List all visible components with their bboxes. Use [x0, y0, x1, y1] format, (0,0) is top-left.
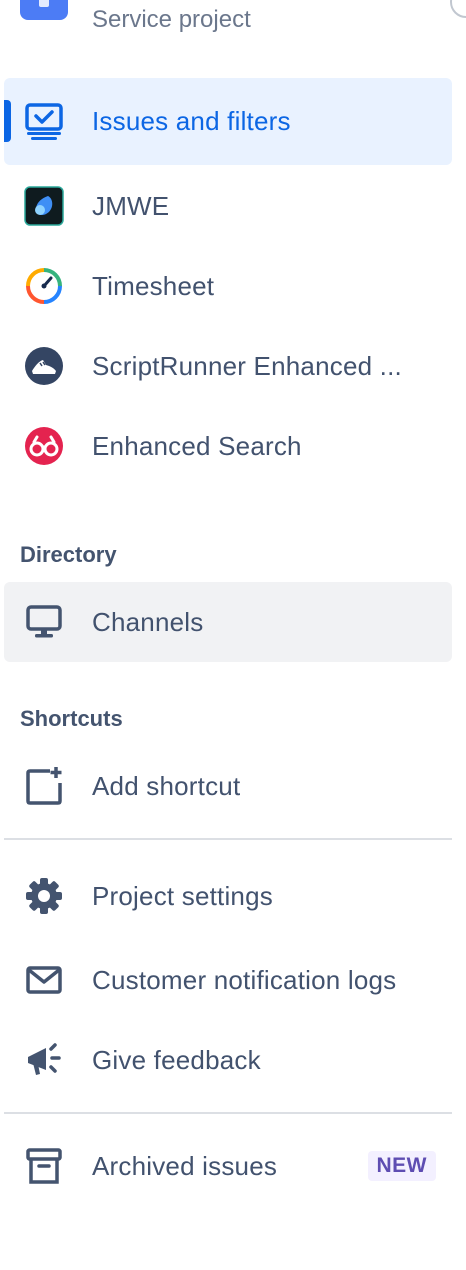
sidebar-item-label: Project settings: [92, 880, 273, 911]
sidebar-item-timesheet[interactable]: Timesheet: [4, 246, 452, 326]
selected-indicator: [4, 100, 11, 142]
project-sidebar: Service project Issues and filters JMWE: [0, 0, 466, 1270]
sidebar-item-label: Give feedback: [92, 1044, 261, 1075]
project-avatar: [20, 0, 68, 20]
collapse-button-edge[interactable]: [450, 0, 466, 18]
section-heading-shortcuts: Shortcuts: [20, 706, 123, 731]
jmwe-app-icon: [22, 184, 66, 228]
sidebar-item-issues-and-filters[interactable]: Issues and filters: [4, 78, 452, 165]
section-divider: [4, 1112, 452, 1114]
section-heading-directory: Directory: [20, 542, 117, 567]
section-divider: [4, 838, 452, 840]
megaphone-icon: [22, 1038, 66, 1082]
project-header[interactable]: Service project: [0, 0, 466, 44]
sidebar-item-label: Customer notification logs: [92, 964, 397, 995]
enhanced-search-app-icon: [22, 424, 66, 468]
scriptrunner-app-icon: [22, 344, 66, 388]
issues-filters-icon: [22, 100, 66, 144]
envelope-icon: [22, 958, 66, 1002]
sidebar-item-project-settings[interactable]: Project settings: [4, 856, 452, 936]
sidebar-item-archived-issues[interactable]: Archived issues NEW: [4, 1126, 452, 1206]
sidebar-item-label: Timesheet: [92, 270, 215, 301]
project-type-label: Service project: [92, 6, 251, 33]
monitor-icon: [22, 600, 66, 644]
gear-icon: [22, 874, 66, 918]
sidebar-item-scriptrunner[interactable]: ScriptRunner Enhanced ...: [4, 326, 452, 406]
sidebar-item-label: Enhanced Search: [92, 430, 302, 461]
timesheet-app-icon: [22, 264, 66, 308]
sidebar-item-channels[interactable]: Channels: [4, 582, 452, 662]
add-shortcut-icon: [22, 764, 66, 808]
sidebar-item-enhanced-search[interactable]: Enhanced Search: [4, 406, 452, 486]
archive-box-icon: [22, 1144, 66, 1188]
sidebar-item-label: ScriptRunner Enhanced ...: [92, 350, 402, 381]
give-feedback-button[interactable]: Give feedback: [4, 1020, 452, 1100]
sidebar-item-label: Add shortcut: [92, 770, 241, 801]
add-shortcut-button[interactable]: Add shortcut: [4, 746, 452, 826]
new-badge: NEW: [367, 1151, 436, 1181]
sidebar-item-label: Archived issues: [92, 1150, 278, 1181]
sidebar-item-customer-notification-logs[interactable]: Customer notification logs: [4, 940, 452, 1020]
sidebar-item-label: Issues and filters: [92, 106, 291, 136]
sidebar-item-jmwe[interactable]: JMWE: [4, 166, 452, 246]
sidebar-item-label: JMWE: [92, 190, 170, 221]
sidebar-item-label: Channels: [92, 606, 204, 637]
